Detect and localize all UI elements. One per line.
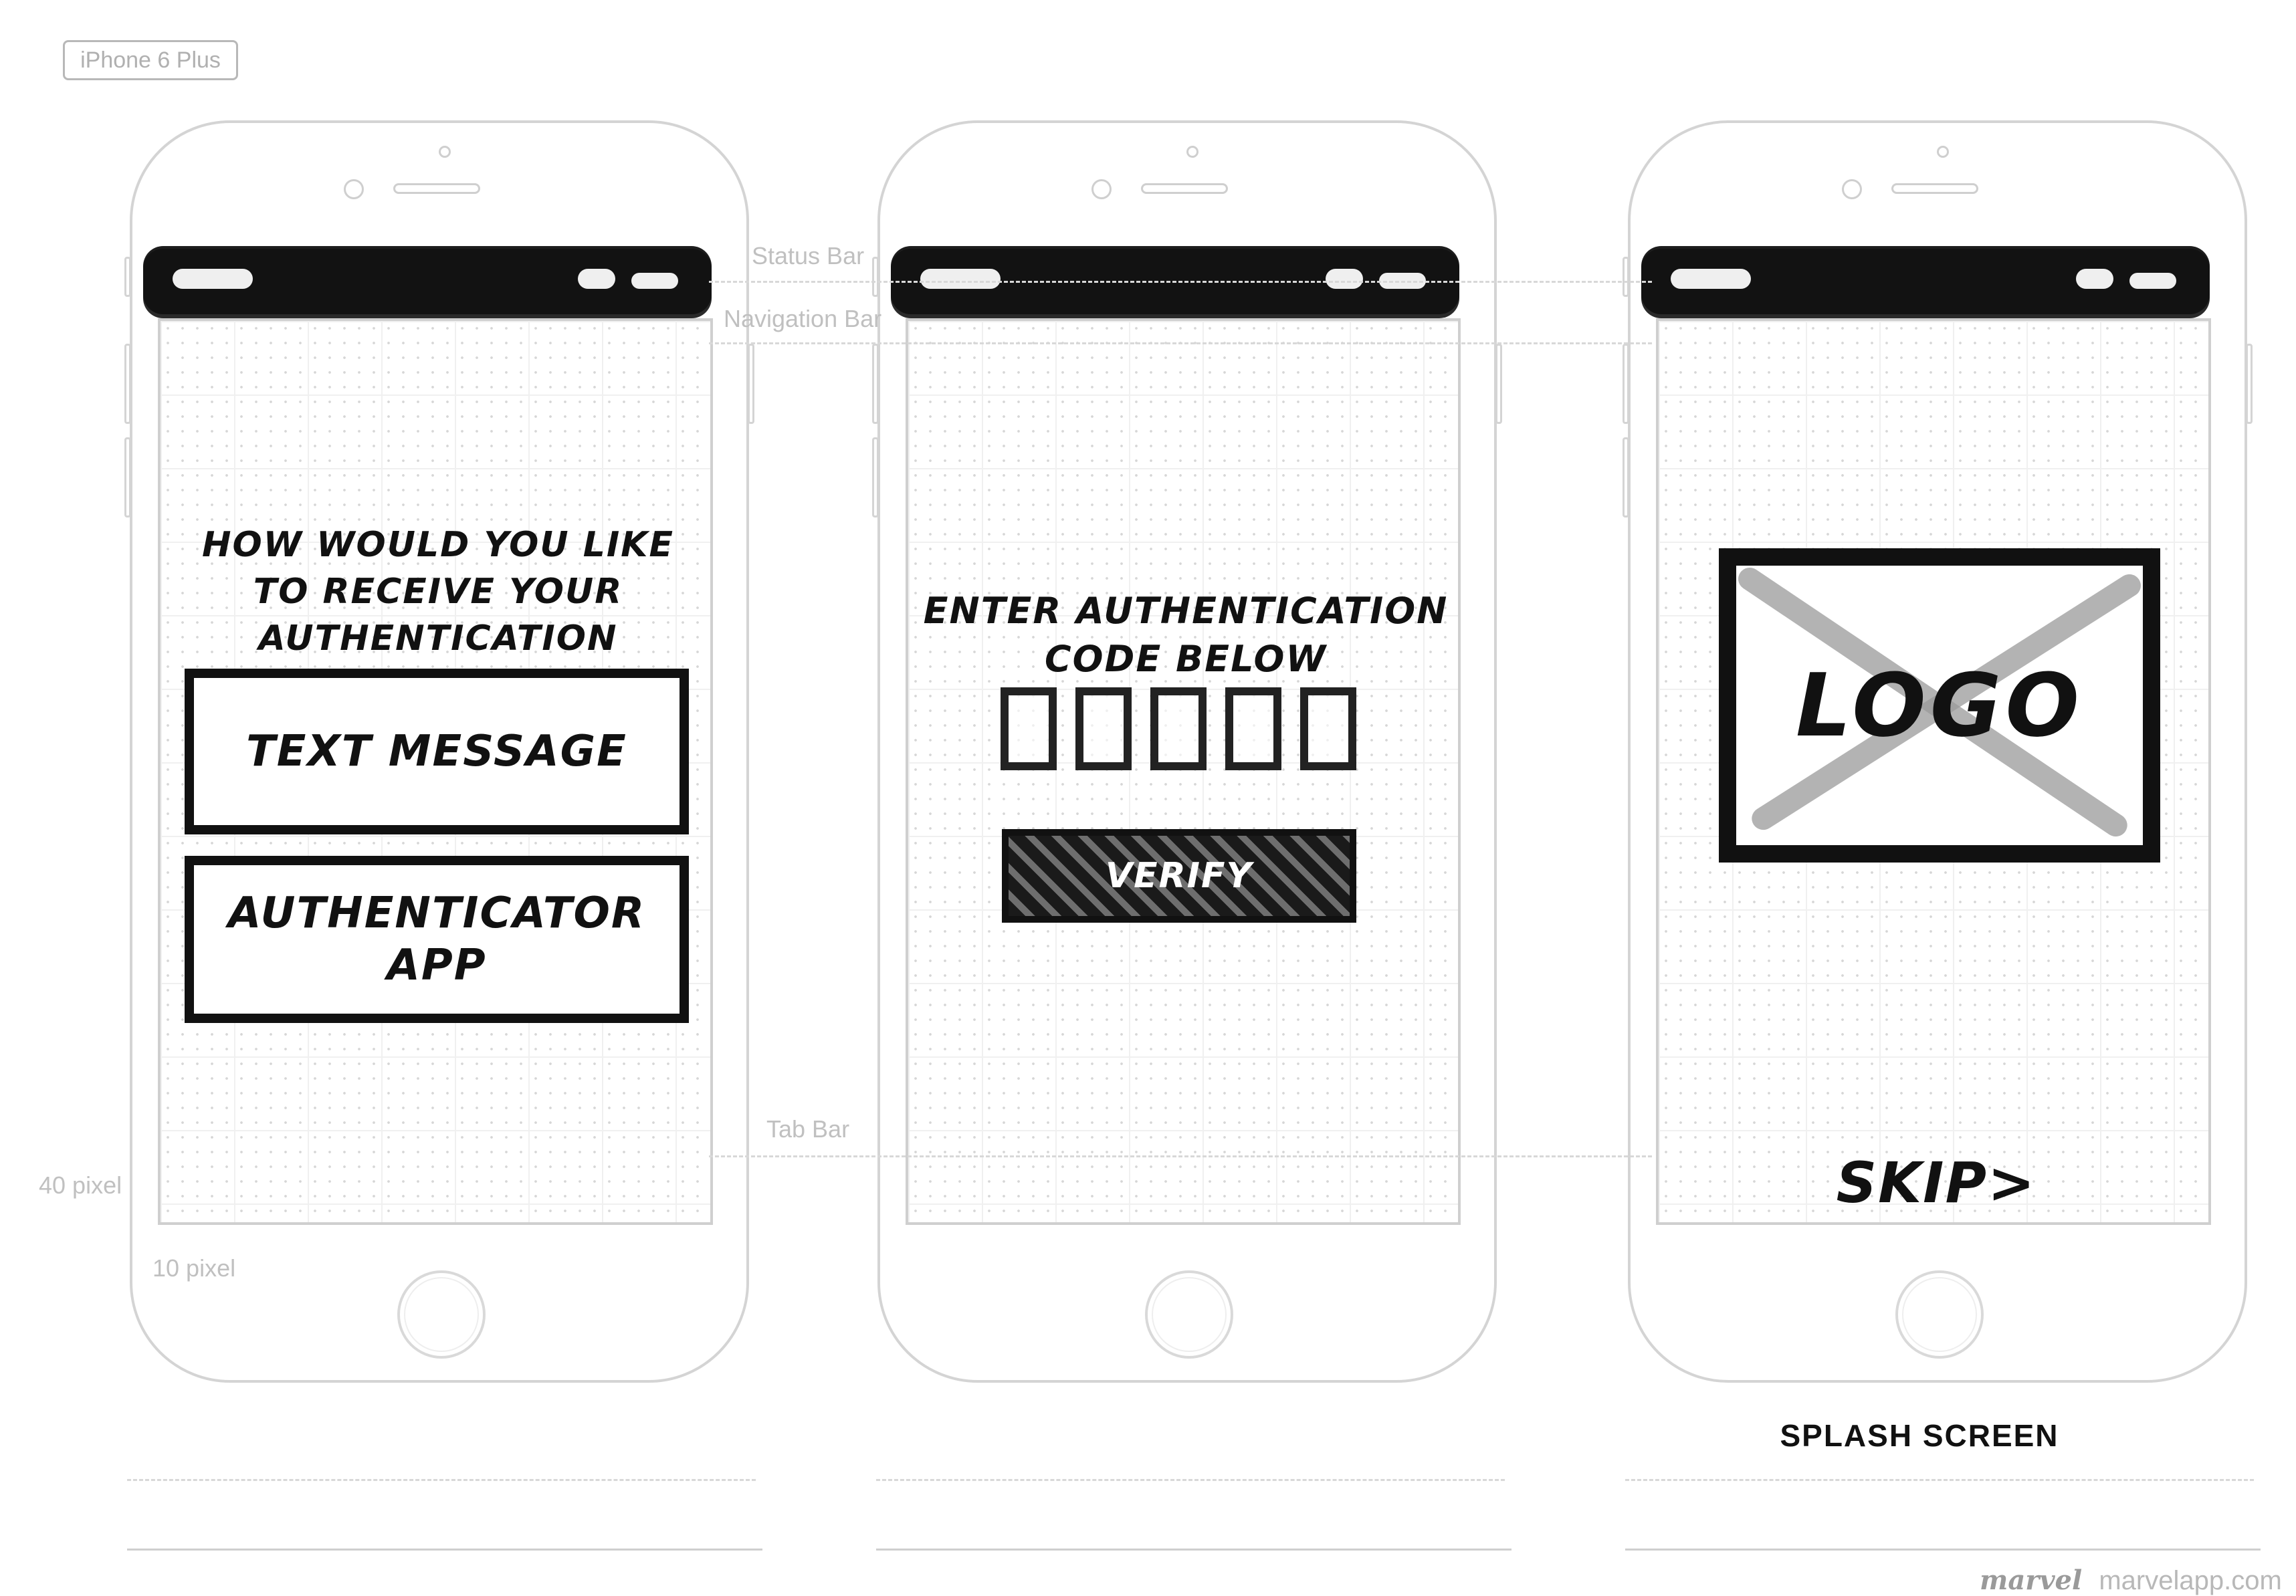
front-camera: [439, 146, 451, 158]
phone-side-button: [124, 257, 131, 297]
earpiece-speaker: [1141, 183, 1228, 194]
battery-indicator: [2129, 273, 2176, 289]
wifi-indicator: [1326, 269, 1363, 289]
proximity-sensor: [1091, 179, 1112, 199]
screen-enter-code: Enter authentication code below Verify: [906, 318, 1461, 1225]
column-width-annotation: 10 pixel: [152, 1254, 236, 1282]
skip-link[interactable]: Skip>: [1659, 1150, 2208, 1216]
caption-dashed-line-2: [876, 1479, 1505, 1481]
phone-side-button: [872, 257, 879, 297]
home-button: [1145, 1270, 1233, 1359]
tab-bar-annotation: Tab Bar: [766, 1115, 850, 1143]
phone-side-button: [124, 437, 131, 518]
logo-label: Logo: [1796, 655, 2083, 756]
signal-indicator: [920, 269, 1001, 289]
navigation-bar-guide: [709, 342, 1652, 344]
code-input-group: [1001, 687, 1356, 770]
phone-frame-3: Logo Skip>: [1623, 120, 2253, 1383]
signal-indicator: [1671, 269, 1751, 289]
wifi-indicator: [578, 269, 615, 289]
earpiece-speaker: [393, 183, 480, 194]
verify-button[interactable]: Verify: [1002, 829, 1356, 923]
phone-frame-1: How would you like to receive your authe…: [124, 120, 754, 1383]
battery-indicator: [631, 273, 678, 289]
proximity-sensor: [1842, 179, 1862, 199]
caption-line-2: [876, 1549, 1511, 1551]
caption-dashed-line-1: [127, 1479, 756, 1481]
screen-splash: Logo Skip>: [1656, 318, 2211, 1225]
caption-line-1: [127, 1549, 762, 1551]
phone-frame-2: Enter authentication code below Verify: [872, 120, 1502, 1383]
tab-bar-guide: [709, 1155, 1652, 1157]
status-bar-guide: [709, 281, 1652, 283]
code-digit-input[interactable]: [1075, 687, 1132, 770]
status-bar: [1641, 249, 2210, 314]
authenticator-app-button[interactable]: Authenticator app: [185, 856, 689, 1023]
phone-power-button: [1495, 344, 1502, 424]
phone-power-button: [2246, 344, 2253, 424]
brand-url: marvelapp.com: [2099, 1566, 2282, 1595]
caption-dashed-line-3: [1625, 1479, 2254, 1481]
home-button: [397, 1270, 486, 1359]
row-height-annotation: 40 pixel: [39, 1171, 122, 1199]
phone-side-button: [872, 344, 879, 424]
phone-power-button: [748, 344, 754, 424]
navigation-bar-annotation: Navigation Bar: [724, 305, 882, 332]
home-button: [1895, 1270, 1984, 1359]
earpiece-speaker: [1891, 183, 1978, 194]
phone-side-button: [1623, 257, 1629, 297]
screen-auth-method: How would you like to receive your authe…: [158, 318, 713, 1225]
caption-line-3: [1625, 1549, 2261, 1551]
phone-side-button: [1623, 437, 1629, 518]
phone-side-button: [872, 437, 879, 518]
proximity-sensor: [344, 179, 364, 199]
code-digit-input[interactable]: [1150, 687, 1207, 770]
brand-footer: marvel marvelapp.com: [1980, 1565, 2282, 1596]
phone-side-button: [1623, 344, 1629, 424]
code-digit-input[interactable]: [1225, 687, 1281, 770]
code-digit-input[interactable]: [1001, 687, 1057, 770]
code-digit-input[interactable]: [1300, 687, 1356, 770]
text-message-button[interactable]: Text message: [185, 669, 689, 834]
status-bar: [143, 249, 712, 314]
signal-indicator: [173, 269, 253, 289]
status-bar-annotation: Status Bar: [752, 242, 865, 269]
brand-logo: marvel: [1980, 1565, 2083, 1596]
logo-placeholder: Logo: [1719, 548, 2160, 863]
phone-side-button: [124, 344, 131, 424]
front-camera: [1937, 146, 1949, 158]
wifi-indicator: [2076, 269, 2113, 289]
device-label: iPhone 6 Plus: [63, 40, 238, 80]
enter-code-title: Enter authentication code below: [923, 590, 1449, 680]
splash-screen-caption: SPLASH SCREEN: [1780, 1418, 2059, 1453]
front-camera: [1186, 146, 1198, 158]
